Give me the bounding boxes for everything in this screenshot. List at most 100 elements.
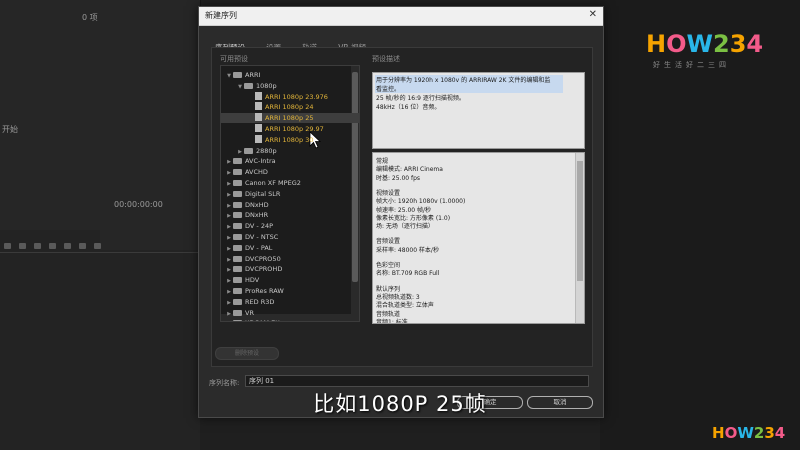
panel-toolbar[interactable]: [0, 236, 110, 249]
chevron-right-icon[interactable]: ▶: [225, 168, 233, 178]
chevron-right-icon[interactable]: ▶: [225, 201, 233, 211]
tree-item[interactable]: ▶ DV - NTSC: [221, 232, 351, 242]
chevron-right-icon[interactable]: ▶: [225, 276, 233, 286]
tree-item[interactable]: ▶ DNxHR: [221, 210, 351, 220]
tree-item-label: VR: [245, 308, 254, 317]
chevron-right-icon[interactable]: ▶: [225, 309, 233, 319]
tree-item-label: HDV: [245, 276, 260, 285]
tree-item[interactable]: ▶ DVCPROHD: [221, 264, 351, 274]
info-scrollbar[interactable]: [575, 153, 584, 323]
tree-item-label: DV - 24P: [245, 222, 274, 231]
preset-description-label: 预设描述: [372, 55, 400, 63]
info-line: 采样率: 48000 样本/秒: [376, 246, 439, 254]
available-presets-label: 可用预设: [220, 55, 248, 63]
sort-icon[interactable]: [34, 243, 41, 249]
preset-file-icon: [255, 124, 262, 132]
video-subtitle: 比如1080P 25帧: [313, 392, 487, 416]
desc-line: 25 帧/秒的 16:9 逐行扫描视频。: [376, 95, 465, 102]
tree-item[interactable]: ▶ 2880p: [221, 146, 359, 157]
preset-file-icon: [255, 102, 262, 111]
chevron-right-icon[interactable]: ▶: [225, 255, 233, 265]
tree-item[interactable]: ARRI 1080p 29.97: [221, 124, 359, 134]
tree-item-label: ProRes RAW: [245, 287, 284, 295]
preset-file-icon: [255, 113, 262, 122]
preset-tree[interactable]: ▼ ARRI ▼ 1080p ARRI 1080p 23.976 ARRI 1080p 2…: [220, 65, 360, 322]
dialog-title: 新建序列: [205, 11, 237, 20]
tree-item-label: Digital SLR: [245, 189, 281, 198]
project-panel-top: [0, 0, 101, 230]
tree-item[interactable]: ▶ XDCAM EX: [221, 318, 351, 321]
start-label: 开始: [2, 125, 18, 134]
chevron-right-icon[interactable]: ▶: [225, 190, 233, 200]
folder-icon: [233, 298, 242, 305]
preset-file-icon: [255, 91, 262, 100]
chevron-right-icon[interactable]: ▶: [225, 222, 233, 232]
dialog-titlebar: 新建序列 ✕: [199, 7, 603, 26]
tree-item-label: RED R3D: [245, 297, 275, 306]
folder-icon: [233, 288, 242, 294]
divider: [0, 252, 200, 253]
tree-item[interactable]: ▶ ProRes RAW: [221, 286, 351, 296]
chevron-right-icon[interactable]: ▶: [225, 287, 233, 297]
dialog-tabs: 序列预设 设置 轨道 VR 视频: [213, 35, 380, 56]
preset-info-box: 常规 编辑模式: ARRI Cinema 时基: 25.00 fps 视频设置 帧大小:…: [372, 152, 585, 324]
chevron-right-icon[interactable]: ▶: [225, 157, 233, 167]
chevron-right-icon[interactable]: ▶: [225, 233, 233, 243]
tree-item[interactable]: ▶ DV - 24P: [221, 221, 351, 231]
tree-item-label: ARRI 1080p 30: [265, 135, 314, 144]
tree-item[interactable]: ▶ Canon XF MPEG2: [221, 178, 351, 188]
tree-item[interactable]: ▶ HDV: [221, 275, 351, 285]
tree-item-label: DNxHR: [245, 211, 269, 220]
folder-icon: [233, 320, 242, 321]
chevron-down-icon[interactable]: ▼: [225, 71, 233, 81]
delete-icon[interactable]: [94, 243, 101, 249]
folder-icon: [233, 212, 242, 219]
close-icon[interactable]: ✕: [589, 9, 597, 20]
tree-item-label: DNxHD: [245, 200, 269, 209]
chevron-right-icon[interactable]: ▶: [225, 265, 233, 275]
folder-icon: [233, 180, 242, 186]
tree-item[interactable]: ▶ VR: [221, 308, 351, 318]
sequence-name-label: 序列名称:: [209, 379, 240, 387]
folder-icon[interactable]: [64, 243, 71, 249]
folder-icon: [233, 255, 242, 262]
new-item-icon[interactable]: [79, 243, 86, 249]
chevron-right-icon[interactable]: ▶: [236, 147, 244, 157]
info-line: 时基: 25.00 fps: [376, 174, 421, 182]
desc-line: 用于分辨率为 1920h x 1080v 的 ARRIRAW 2K 文件的编辑和…: [376, 77, 551, 84]
tree-item[interactable]: ▶ DNxHD: [221, 200, 351, 210]
tree-item[interactable]: ARRI 1080p 24: [221, 102, 359, 112]
tree-item[interactable]: ▶ Digital SLR: [221, 189, 351, 199]
tree-item[interactable]: ARRI 1080p 23.976: [221, 91, 359, 102]
folder-icon: [233, 309, 242, 316]
tree-item-label: DV - NTSC: [245, 233, 279, 241]
tree-item[interactable]: ▶ DVCPRO50: [221, 254, 351, 264]
tree-item[interactable]: ▶ AVC-Intra: [221, 156, 351, 166]
sequence-name-input[interactable]: 序列 01: [245, 375, 589, 387]
tree-item[interactable]: ▼ ARRI: [221, 70, 351, 80]
tree-item[interactable]: ARRI 1080p 30: [221, 134, 359, 145]
chevron-right-icon[interactable]: ▶: [225, 179, 233, 189]
chevron-right-icon[interactable]: ▶: [225, 319, 233, 321]
icon-view-icon[interactable]: [19, 243, 26, 249]
preset-file-icon: [255, 134, 262, 143]
tree-item[interactable]: ARRI 1080p 25: [221, 113, 359, 124]
folder-icon: [233, 158, 242, 165]
tree-item-label: ARRI 1080p 24: [265, 103, 314, 112]
chevron-right-icon[interactable]: ▶: [225, 298, 233, 308]
info-line: 场: 无场（逐行扫描）: [376, 223, 434, 231]
folder-icon: [233, 169, 242, 176]
tree-item[interactable]: ▶ AVCHD: [221, 167, 351, 177]
tree-item-label: DVCPROHD: [245, 265, 283, 274]
list-view-icon[interactable]: [4, 243, 11, 249]
search-icon[interactable]: [49, 243, 56, 249]
chevron-right-icon[interactable]: ▶: [225, 244, 233, 254]
chevron-down-icon[interactable]: ▼: [236, 82, 244, 92]
chevron-right-icon[interactable]: ▶: [225, 211, 233, 221]
tree-item[interactable]: ▶ DV - PAL: [221, 243, 351, 253]
delete-preset-button[interactable]: 删除预设: [215, 347, 279, 360]
timecode: 00:00:00:00: [114, 200, 163, 209]
tree-item[interactable]: ▼ 1080p: [221, 81, 359, 92]
tree-item[interactable]: ▶ RED R3D: [221, 297, 351, 307]
folder-icon: [233, 72, 242, 78]
